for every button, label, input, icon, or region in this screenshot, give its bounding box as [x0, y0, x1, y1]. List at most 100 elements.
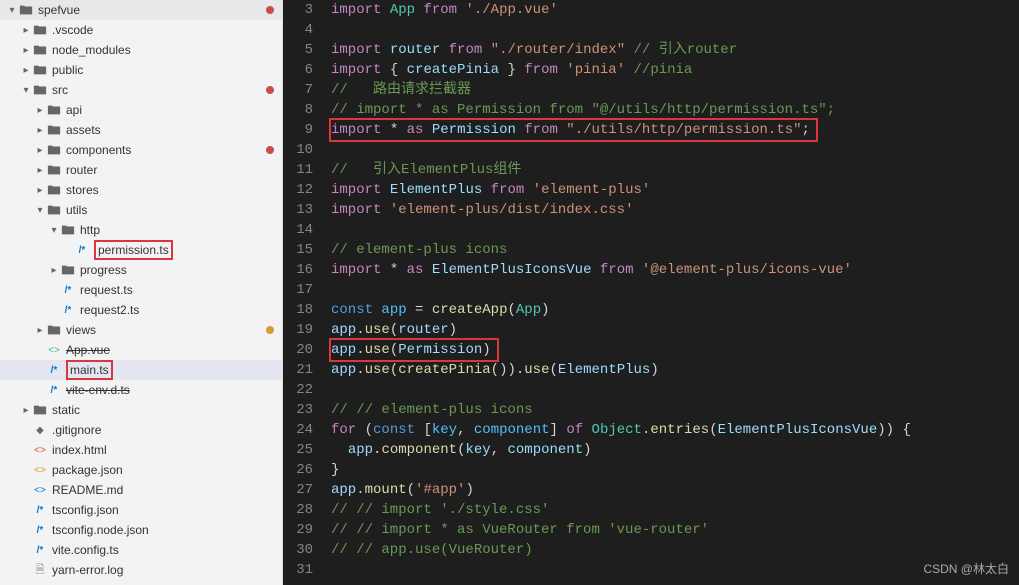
folder-icon [46, 142, 62, 158]
folder-assets[interactable]: ▸ assets [0, 120, 282, 140]
code-area[interactable]: import App from './App.vue' import router… [331, 0, 1019, 585]
code-line[interactable]: // // element-plus icons [331, 400, 1009, 420]
code-line[interactable]: app.component(key, component) [331, 440, 1009, 460]
tree-item-label: .gitignore [52, 423, 101, 437]
file-App.vue[interactable]: App.vue [0, 340, 282, 360]
code-line[interactable]: for (const [key, component] of Object.en… [331, 420, 1009, 440]
folder-icon [46, 182, 62, 198]
file-permission.ts[interactable]: permission.ts [0, 240, 282, 260]
file-explorer[interactable]: ▾spefvue ▸ .vscode ▸node_modules▸public ▾ src… [0, 0, 283, 585]
chevron-icon[interactable]: ▾ [48, 225, 60, 236]
file-package.json[interactable]: package.json [0, 460, 282, 480]
file-tsconfig.node.json[interactable]: tsconfig.node.json [0, 520, 282, 540]
chevron-icon[interactable]: ▾ [20, 85, 32, 96]
file-ts-icon [46, 362, 62, 378]
tree-item-label: main.ts [70, 363, 109, 377]
folder-node_modules[interactable]: ▸node_modules [0, 40, 282, 60]
folder-public[interactable]: ▸public [0, 60, 282, 80]
tree-item-label: .vscode [52, 23, 93, 37]
code-line[interactable]: import router from "./router/index" // 引… [331, 40, 1009, 60]
modified-dot-icon [266, 6, 274, 14]
code-line[interactable]: app.use(Permission) [331, 340, 1009, 360]
chevron-icon[interactable]: ▸ [34, 185, 46, 196]
file-.gitignore[interactable]: .gitignore [0, 420, 282, 440]
code-line[interactable]: // // import './style.css' [331, 500, 1009, 520]
code-line[interactable]: import App from './App.vue' [331, 0, 1009, 20]
code-line[interactable]: // element-plus icons [331, 240, 1009, 260]
file-vite-env.d.ts[interactable]: vite-env.d.ts [0, 380, 282, 400]
code-line[interactable] [331, 20, 1009, 40]
chevron-icon[interactable]: ▸ [48, 265, 60, 276]
code-line[interactable]: app.mount('#app') [331, 480, 1009, 500]
code-line[interactable]: } [331, 460, 1009, 480]
folder-icon [46, 202, 62, 218]
chevron-icon[interactable]: ▸ [20, 65, 32, 76]
code-editor[interactable]: 3456789101112131415161718192021222324252… [283, 0, 1019, 585]
folder-stores[interactable]: ▸stores [0, 180, 282, 200]
chevron-icon[interactable]: ▸ [34, 145, 46, 156]
tree-item-label: assets [66, 123, 101, 137]
file-request2.ts[interactable]: request2.ts [0, 300, 282, 320]
tree-item-label: router [66, 163, 97, 177]
folder-api[interactable]: ▸api [0, 100, 282, 120]
line-number: 23 [283, 400, 313, 420]
code-line[interactable]: // import * as Permission from "@/utils/… [331, 100, 1009, 120]
code-line[interactable]: // 引入ElementPlus组件 [331, 160, 1009, 180]
chevron-icon[interactable]: ▸ [34, 325, 46, 336]
line-number: 12 [283, 180, 313, 200]
file-tsconfig.json[interactable]: tsconfig.json [0, 500, 282, 520]
code-line[interactable]: import * as ElementPlusIconsVue from '@e… [331, 260, 1009, 280]
folder-.vscode[interactable]: ▸ .vscode [0, 20, 282, 40]
code-line[interactable]: const app = createApp(App) [331, 300, 1009, 320]
folder-progress[interactable]: ▸progress [0, 260, 282, 280]
folder-static[interactable]: ▸ static [0, 400, 282, 420]
code-line[interactable]: import 'element-plus/dist/index.css' [331, 200, 1009, 220]
folder-views[interactable]: ▸views [0, 320, 282, 340]
file-vite.config.ts[interactable]: vite.config.ts [0, 540, 282, 560]
file-request.ts[interactable]: request.ts [0, 280, 282, 300]
file-main.ts[interactable]: main.ts [0, 360, 282, 380]
file-log-icon [32, 562, 48, 578]
chevron-icon[interactable]: ▾ [6, 5, 18, 16]
file-yarn-error.log[interactable]: yarn-error.log [0, 560, 282, 580]
line-number: 29 [283, 520, 313, 540]
chevron-icon[interactable]: ▸ [20, 25, 32, 36]
code-line[interactable] [331, 140, 1009, 160]
code-line[interactable]: // 路由请求拦截器 [331, 80, 1009, 100]
code-line[interactable] [331, 280, 1009, 300]
chevron-icon[interactable]: ▸ [20, 45, 32, 56]
code-line[interactable]: import { createPinia } from 'pinia' //pi… [331, 60, 1009, 80]
code-line[interactable]: app.use(router) [331, 320, 1009, 340]
folder-icon [60, 262, 76, 278]
chevron-icon[interactable]: ▾ [34, 205, 46, 216]
code-line[interactable] [331, 560, 1009, 580]
code-line[interactable]: app.use(createPinia()).use(ElementPlus) [331, 360, 1009, 380]
chevron-icon[interactable]: ▸ [34, 105, 46, 116]
chevron-icon[interactable]: ▸ [20, 405, 32, 416]
folder-icon [46, 122, 62, 138]
file-README.md[interactable]: README.md [0, 480, 282, 500]
tree-item-label: static [52, 403, 80, 417]
folder-src[interactable]: ▾ src [0, 80, 282, 100]
code-line[interactable] [331, 220, 1009, 240]
chevron-icon[interactable]: ▸ [34, 125, 46, 136]
line-number: 24 [283, 420, 313, 440]
line-number: 8 [283, 100, 313, 120]
code-line[interactable]: import * as Permission from "./utils/htt… [331, 120, 1009, 140]
folder-http[interactable]: ▾http [0, 220, 282, 240]
folder-router[interactable]: ▸ router [0, 160, 282, 180]
code-line[interactable]: // // import * as VueRouter from 'vue-ro… [331, 520, 1009, 540]
chevron-icon[interactable]: ▸ [34, 165, 46, 176]
tree-item-label: components [66, 143, 131, 157]
code-line[interactable]: import ElementPlus from 'element-plus' [331, 180, 1009, 200]
folder-utils[interactable]: ▾utils [0, 200, 282, 220]
tree-item-label: src [52, 83, 68, 97]
file-index.html[interactable]: index.html [0, 440, 282, 460]
code-line[interactable] [331, 380, 1009, 400]
folder-components[interactable]: ▸ components [0, 140, 282, 160]
line-number: 26 [283, 460, 313, 480]
line-number: 14 [283, 220, 313, 240]
code-line[interactable]: // // app.use(VueRouter) [331, 540, 1009, 560]
folder-icon [32, 62, 48, 78]
folder-spefvue[interactable]: ▾spefvue [0, 0, 282, 20]
